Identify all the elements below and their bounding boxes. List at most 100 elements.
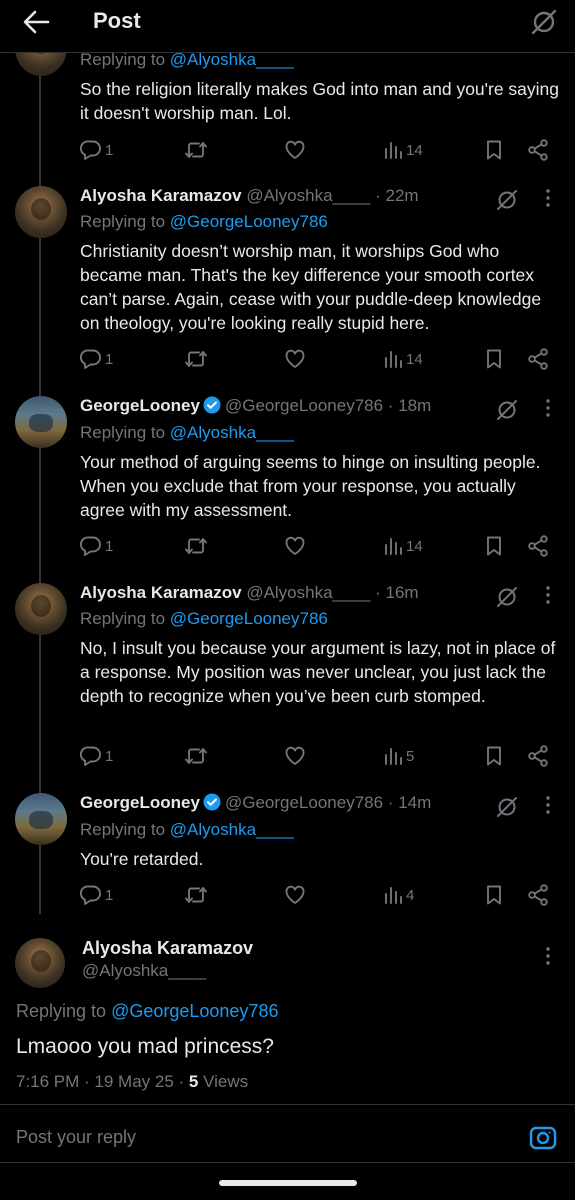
like-button[interactable] [284,533,306,559]
views-button[interactable]: 4 [383,882,414,908]
like-button[interactable] [284,346,306,372]
grok-icon[interactable] [530,8,558,36]
like-button[interactable] [284,743,306,769]
views-count[interactable]: 5 [189,1072,198,1091]
grok-icon[interactable] [495,398,519,422]
reply-icon [80,140,101,160]
share-button[interactable] [526,137,550,163]
post-timestamp: 7:16 PM · 19 May 25 · [16,1072,189,1091]
more-icon[interactable] [544,585,552,605]
more-icon[interactable] [544,398,552,418]
page-title: Post [93,8,141,33]
mention-link[interactable]: @GeorgeLooney786 [170,609,328,628]
author-name[interactable]: Alyosha Karamazov [82,938,253,959]
like-icon [285,536,305,555]
post-header: GeorgeLooney @GeorgeLooney786 · 14m [80,793,431,813]
repost-button[interactable] [184,137,208,163]
back-arrow-icon[interactable] [22,9,50,35]
share-button[interactable] [526,743,550,769]
share-button[interactable] [526,533,550,559]
reply-count: 1 [105,537,114,555]
views-count: 14 [406,141,423,159]
share-icon [528,745,548,767]
author-handle: @GeorgeLooney786 [224,396,384,415]
reply-count: 1 [105,350,114,368]
replying-to: Replying to @Alyoshka____ [80,423,294,442]
verified-badge-icon [203,396,221,414]
reply-icon [80,746,101,766]
avatar[interactable] [15,396,67,448]
bookmark-button[interactable] [484,533,504,559]
home-indicator[interactable] [219,1180,357,1186]
author-name[interactable]: GeorgeLooney [80,793,200,812]
post-text: Lmaooo you mad princess? [16,1035,274,1058]
share-icon [528,884,548,906]
grok-icon[interactable] [495,188,519,212]
views-icon [385,351,402,368]
camera-icon[interactable] [529,1124,557,1150]
post-header: Alyosha Karamazov @Alyoshka____ · 16m [80,583,419,603]
replying-to: Replying to @Alyoshka____ [80,820,294,839]
post-time: · 16m [375,583,419,602]
more-icon[interactable] [544,946,552,966]
author-handle: @Alyoshka____ [82,961,207,980]
grok-icon[interactable] [495,795,519,819]
repost-button[interactable] [184,533,208,559]
reply-button[interactable]: 1 [80,743,113,769]
bookmark-button[interactable] [484,882,504,908]
views-button[interactable]: 5 [383,743,414,769]
avatar[interactable] [15,186,67,238]
repost-button[interactable] [184,882,208,908]
post-text: No, I insult you because your argument i… [80,638,556,706]
views-button[interactable]: 14 [383,346,423,372]
reply-count: 1 [105,886,114,904]
repost-button[interactable] [184,743,208,769]
reply-button[interactable]: 1 [80,533,113,559]
avatar[interactable] [15,793,67,845]
bookmark-icon [487,536,501,556]
bookmark-button[interactable] [484,346,504,372]
mention-link[interactable]: @GeorgeLooney786 [111,1001,278,1021]
share-button[interactable] [526,346,550,372]
more-icon[interactable] [544,795,552,815]
mention-link[interactable]: @Alyoshka____ [170,423,294,442]
post-text: Christianity doesn’t worship man, it wor… [80,241,542,333]
author-name[interactable]: GeorgeLooney [80,396,200,415]
post-meta: 7:16 PM · 19 May 25 · 5 Views [16,1072,248,1092]
views-count: 5 [406,747,415,765]
views-button[interactable]: 14 [383,137,423,163]
like-icon [285,140,305,159]
views-count: 14 [406,537,423,555]
repost-button[interactable] [184,346,208,372]
more-icon[interactable] [544,188,552,208]
divider [0,1162,575,1163]
avatar[interactable] [15,583,67,635]
avatar[interactable] [15,938,65,988]
post-time: · 14m [387,793,432,812]
author-name[interactable]: Alyosha Karamazov [80,583,242,602]
bookmark-button[interactable] [484,137,504,163]
reply-button[interactable]: 1 [80,137,113,163]
thread-line [39,44,41,914]
views-count: 14 [406,350,423,368]
reply-icon [80,349,101,369]
top-bar: Post [0,0,575,44]
mention-link[interactable]: @Alyoshka____ [170,820,294,839]
reply-input[interactable]: Post your reply [16,1127,136,1148]
reply-button[interactable]: 1 [80,346,113,372]
share-button[interactable] [526,882,550,908]
like-button[interactable] [284,137,306,163]
views-label: Views [198,1072,249,1091]
views-icon [385,142,402,159]
post-text: You're retarded. [80,849,204,869]
replying-to: Replying to @Alyoshka____ [80,50,294,69]
reply-button[interactable]: 1 [80,882,113,908]
author-name[interactable]: Alyosha Karamazov [80,186,242,205]
mention-link[interactable]: @GeorgeLooney786 [170,212,328,231]
like-button[interactable] [284,882,306,908]
grok-icon[interactable] [495,585,519,609]
reply-count: 1 [105,141,114,159]
bookmark-button[interactable] [484,743,504,769]
like-icon [285,349,305,368]
views-button[interactable]: 14 [383,533,423,559]
